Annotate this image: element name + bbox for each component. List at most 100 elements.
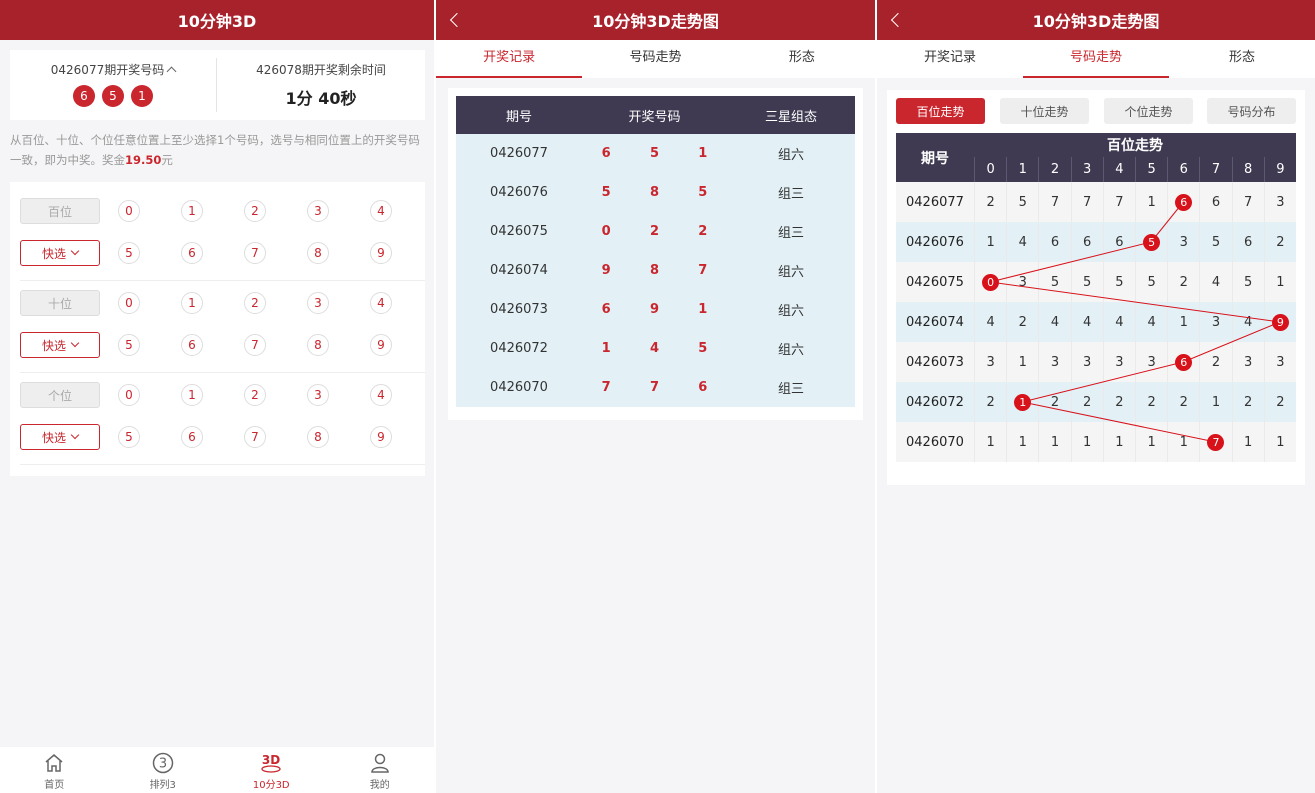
number-ball-option[interactable]: 2 [244,200,266,222]
omission-cell: 4 [1231,302,1264,342]
number-ball-option[interactable]: 9 [370,426,392,448]
number-ball-option[interactable]: 5 [118,334,140,356]
number-ball-option[interactable]: 2 [244,292,266,314]
tab-pailie3[interactable]: 3 排列3 [109,747,218,793]
chevron-down-icon [70,246,80,256]
number-ball-option[interactable]: 3 [307,200,329,222]
omission-cell: 2 [1263,382,1296,422]
number-ball-option[interactable]: 7 [244,334,266,356]
subtab-number-distribution[interactable]: 号码分布 [1207,98,1296,124]
quick-pick-button[interactable]: 快选 [20,332,100,358]
number-ball-option[interactable]: 4 [370,200,392,222]
subtab-units-trend[interactable]: 个位走势 [1104,98,1193,124]
table-row: 0426074 4 2 4 4 4 4 1 3 4 9 [896,302,1296,342]
tab-number-trend[interactable]: 号码走势 [1023,40,1169,78]
tab-mine[interactable]: 我的 [326,747,435,793]
number-ball-option[interactable]: 9 [370,334,392,356]
betting-screen: 10分钟3D 0426077期开奖号码 6 5 1 426078期开奖剩余时间 … [0,0,434,793]
tab-pattern[interactable]: 形态 [729,40,875,78]
issue-cell: 0426077 [456,134,582,173]
pailie3-icon: 3 [152,752,173,774]
draw-number-cell: 7 [630,368,679,407]
divider [20,464,425,465]
omission-cell: 3 [1199,302,1231,342]
quick-pick-button[interactable]: 快选 [20,240,100,266]
hit-ball: 0 [982,273,1000,291]
tab-draw-record[interactable]: 开奖记录 [436,40,583,78]
back-arrow-icon[interactable] [446,9,466,31]
issue-cell: 0426074 [906,314,964,330]
tab-home[interactable]: 首页 [0,747,109,793]
tab-bar: 开奖记录 号码走势 形态 [436,40,875,78]
omission-cell: 4 [1199,262,1231,302]
number-ball-option[interactable]: 5 [118,426,140,448]
omission-cell: 2 [1167,382,1199,422]
pattern-cell: 组三 [727,173,855,212]
omission-cell: 5 [1038,262,1070,302]
omission-cell: 7 [1038,182,1070,222]
hit-cell: 1 [1006,382,1038,422]
digit-column-header: 9 [1263,157,1296,182]
pattern-cell: 组六 [727,134,855,173]
number-ball-option[interactable]: 3 [307,384,329,406]
number-ball-option[interactable]: 8 [307,426,329,448]
page-title: 10分钟3D [177,12,257,31]
number-ball-option[interactable]: 3 [307,292,329,314]
draw-number-cell: 1 [678,290,727,329]
number-ball-option[interactable]: 2 [244,384,266,406]
number-ball-option[interactable]: 7 [244,426,266,448]
issue-cell: 0426076 [456,173,582,212]
prize-amount: 19.50 [125,153,162,167]
hit-cell: 0 [974,262,1006,302]
draw-number-cell: 9 [630,290,679,329]
digit-column-header: 3 [1070,157,1103,182]
omission-cell: 4 [974,302,1006,342]
digit-column-header: 8 [1231,157,1264,182]
pattern-cell: 组三 [727,212,855,251]
omission-cell: 5 [1006,182,1038,222]
subtab-tens-trend[interactable]: 十位走势 [1000,98,1089,124]
hit-cell: 6 [1167,182,1199,222]
tab-10min-3d[interactable]: 3D 10分3D [217,747,326,793]
digit-column-header: 2 [1038,157,1071,182]
number-ball-option[interactable]: 4 [370,292,392,314]
tab-label: 首页 [44,780,65,791]
number-ball-option[interactable]: 9 [370,242,392,264]
subtab-hundreds-trend[interactable]: 百位走势 [896,98,985,124]
number-ball-option[interactable]: 5 [118,242,140,264]
number-ball-option[interactable]: 1 [181,384,203,406]
tab-number-trend[interactable]: 号码走势 [582,40,728,78]
digit-column-header: 5 [1135,157,1168,182]
table-row: 0426072 2 1 2 2 2 2 2 1 2 2 [896,382,1296,422]
number-ball-option[interactable]: 6 [181,242,203,264]
omission-cell: 6 [1038,222,1070,262]
last-result[interactable]: 0426077期开奖号码 6 5 1 [10,58,217,112]
number-ball-option[interactable]: 8 [307,334,329,356]
number-ball-option[interactable]: 7 [244,242,266,264]
quick-pick-button[interactable]: 快选 [20,424,100,450]
omission-cell: 3 [1263,342,1296,382]
number-ball-option[interactable]: 0 [118,384,140,406]
tab-pattern[interactable]: 形态 [1169,40,1315,78]
quick-pick-label: 快选 [41,246,66,261]
chevron-up-icon[interactable] [166,66,177,77]
number-ball-option[interactable]: 4 [370,384,392,406]
omission-cell: 5 [1102,262,1135,302]
draw-number-cell: 2 [630,212,679,251]
number-ball-option[interactable]: 6 [181,334,203,356]
number-ball-option[interactable]: 6 [181,426,203,448]
number-ball-option[interactable]: 1 [181,200,203,222]
tab-draw-record[interactable]: 开奖记录 [877,40,1023,78]
column-header: 期号 [456,96,582,134]
number-ball-option[interactable]: 8 [307,242,329,264]
draw-record-table: 期号 开奖号码 三星组态 0426077 6 5 1 组六 0426076 5 8 5 组三 042… [456,96,855,407]
back-arrow-icon[interactable] [887,9,907,31]
number-ball-option[interactable]: 1 [181,292,203,314]
position-label: 百位 [20,198,100,224]
issue-cell: 0426077 [906,194,964,210]
draw-number-cell: 8 [630,173,679,212]
number-ball-option[interactable]: 0 [118,200,140,222]
omission-cell: 4 [1070,302,1103,342]
number-ball-option[interactable]: 0 [118,292,140,314]
omission-cell: 7 [1070,182,1103,222]
